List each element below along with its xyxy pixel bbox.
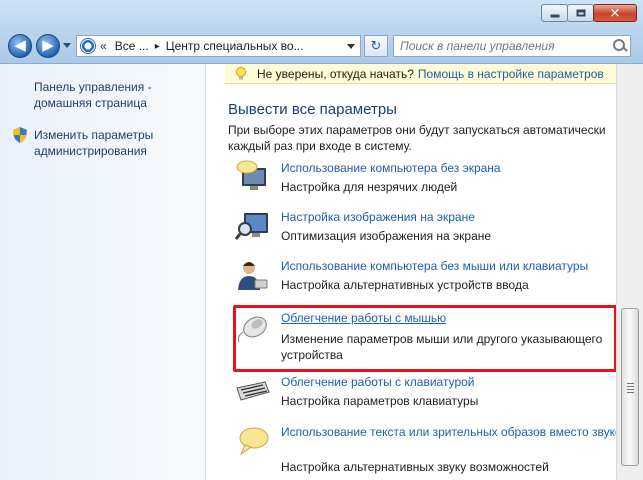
item-description: Настройка альтернативных звуку возможнос… bbox=[281, 460, 549, 474]
keyboard-icon bbox=[236, 381, 270, 401]
lightbulb-icon bbox=[236, 66, 246, 79]
breadcrumb-all-items[interactable]: Все ... bbox=[115, 39, 149, 53]
forward-button[interactable]: ▶ bbox=[36, 34, 60, 58]
uac-shield-icon bbox=[13, 127, 27, 143]
grip-icon bbox=[627, 383, 634, 395]
close-icon: ✕ bbox=[609, 5, 621, 21]
highlight-frame bbox=[233, 305, 617, 372]
help-notice-bar: Не уверены, откуда начать? Помощь в наст… bbox=[225, 64, 616, 84]
close-button[interactable]: ✕ bbox=[593, 4, 637, 22]
speech-bubble-icon bbox=[239, 427, 269, 456]
section-description: При выборе этих параметров они будут зап… bbox=[228, 123, 606, 153]
scrollbar-thumb[interactable] bbox=[621, 308, 639, 466]
window-controls: ✕ bbox=[541, 4, 637, 22]
make-keyboard-easier-link[interactable]: Облегчение работы с клавиатурой bbox=[281, 374, 475, 390]
refresh-icon: ↻ bbox=[370, 38, 382, 53]
breadcrumb-ease-of-access[interactable]: Центр специальных во... bbox=[166, 39, 304, 53]
help-settings-link[interactable]: Помощь в настройке параметров bbox=[418, 67, 604, 81]
vertical-scrollbar[interactable] bbox=[616, 64, 643, 480]
text-visual-alternatives-link[interactable]: Использование текста или зрительных обра… bbox=[281, 424, 628, 440]
user-headset-icon bbox=[238, 262, 268, 290]
minimize-button[interactable] bbox=[541, 4, 568, 22]
maximize-icon bbox=[576, 9, 585, 17]
address-dropdown-button[interactable] bbox=[342, 36, 360, 56]
address-bar[interactable]: « Все ... ▸ Центр специальных во... bbox=[76, 35, 361, 57]
breadcrumb-separator-icon[interactable]: ▸ bbox=[155, 41, 160, 52]
recent-pages-dropdown[interactable] bbox=[63, 43, 71, 48]
optimize-display-link[interactable]: Настройка изображения на экране bbox=[281, 209, 475, 225]
item-description: Настройка альтернативных устройств ввода bbox=[281, 278, 529, 292]
back-button[interactable]: ◀ bbox=[8, 34, 32, 58]
item-description: Настройка параметров клавиатуры bbox=[281, 394, 479, 408]
monitor-speech-icon bbox=[236, 160, 266, 190]
window-title-bar: ✕ ◀ ▶ « Все ... ▸ Центр специальных во..… bbox=[0, 0, 643, 64]
change-admin-settings-link[interactable]: Изменить параметры администрирования bbox=[34, 127, 194, 159]
control-panel-icon bbox=[80, 38, 96, 54]
breadcrumb-overflow[interactable]: « bbox=[100, 39, 107, 53]
arrow-left-icon: ◀ bbox=[14, 37, 26, 54]
monitor-magnifier-icon bbox=[235, 213, 268, 240]
arrow-right-icon: ▶ bbox=[42, 37, 54, 54]
use-without-mouse-keyboard-link[interactable]: Использование компьютера без мыши или кл… bbox=[281, 258, 588, 274]
minimize-icon bbox=[550, 14, 559, 18]
search-icon[interactable] bbox=[610, 36, 630, 56]
left-pane: Панель управления - домашняя страница Из… bbox=[0, 64, 206, 480]
control-panel-home-link[interactable]: Панель управления - домашняя страница bbox=[34, 79, 194, 111]
maximize-button[interactable] bbox=[567, 4, 594, 22]
refresh-button[interactable]: ↻ bbox=[364, 35, 388, 57]
notice-text: Не уверены, откуда начать? bbox=[257, 66, 414, 81]
item-description: Оптимизация изображения на экране bbox=[281, 229, 492, 243]
main-pane: Не уверены, откуда начать? Помощь в наст… bbox=[207, 64, 628, 480]
search-box[interactable] bbox=[393, 35, 631, 57]
section-title: Вывести все параметры bbox=[228, 101, 397, 118]
search-input[interactable] bbox=[394, 37, 610, 55]
use-without-display-link[interactable]: Использование компьютера без экрана bbox=[281, 160, 501, 176]
item-description: Настройка для незрячих людей bbox=[281, 180, 458, 194]
